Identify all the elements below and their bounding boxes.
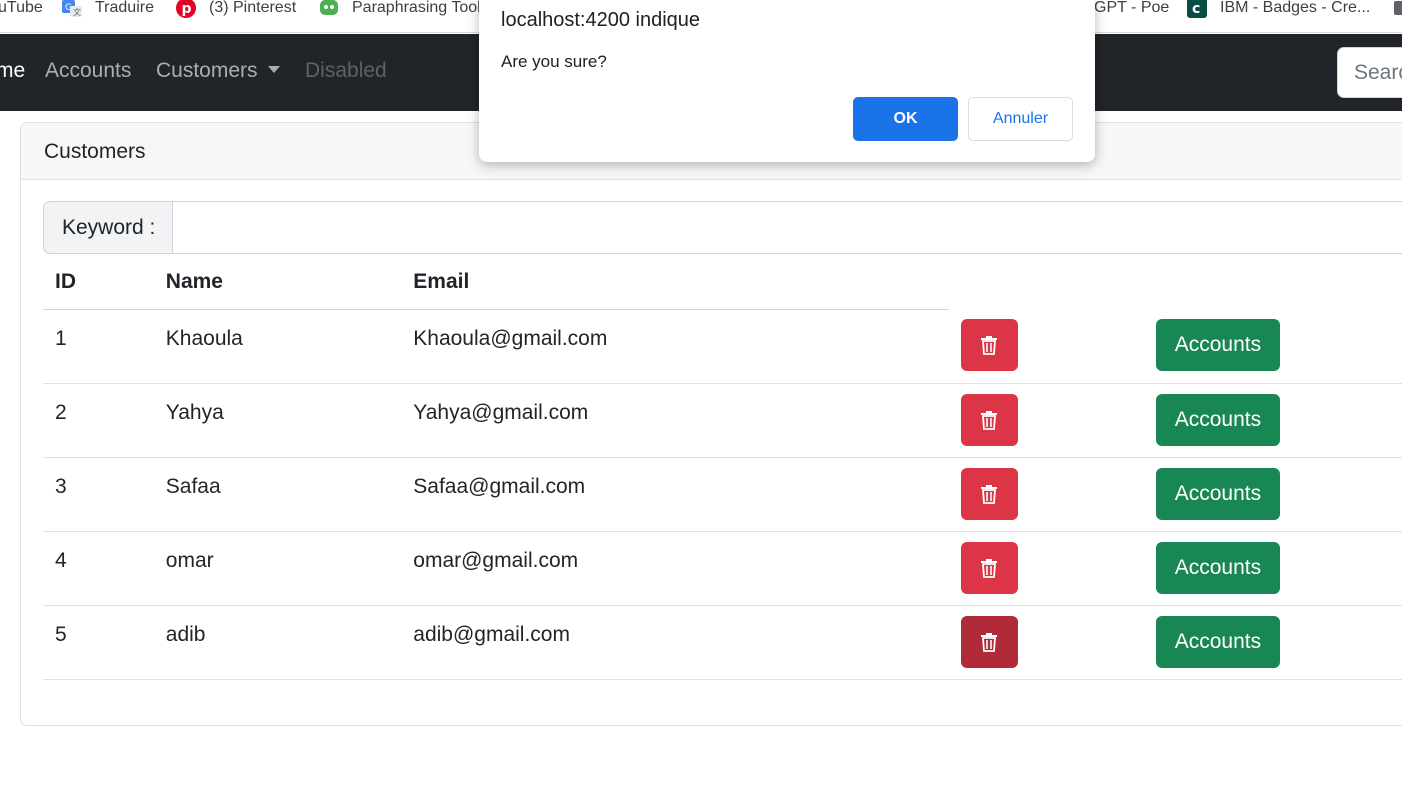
bookmark-poe[interactable]: GPT - Poe	[1094, 0, 1169, 20]
column-header-id: ID	[43, 255, 154, 310]
cell-name: omar	[153, 531, 402, 606]
bookmark-pinterest[interactable]: p (3) Pinterest	[175, 0, 296, 20]
bookmark-label: (3) Pinterest	[209, 0, 297, 16]
nav-customers-dropdown[interactable]: Customers	[156, 59, 280, 83]
trash-icon	[981, 484, 998, 504]
cell-delete	[948, 605, 1144, 680]
bookmark-youtube[interactable]: uTube	[0, 0, 43, 20]
bookmark-label: Traduire	[95, 0, 154, 16]
delete-button[interactable]	[960, 319, 1018, 371]
column-header-delete	[949, 255, 1144, 309]
cell-id: 4	[43, 531, 154, 606]
table-row: 5 adib adib@gmail.com Accounts	[43, 605, 1402, 680]
bookmark-label: uTube	[0, 0, 43, 16]
cell-name: Yahya	[153, 383, 402, 458]
robot-icon	[318, 0, 340, 19]
cell-id: 2	[43, 383, 154, 458]
bookmark-traduire[interactable]: G文 Traduire	[61, 0, 154, 20]
cell-name: adib	[153, 605, 402, 680]
bookmark-overflow[interactable]	[1388, 0, 1402, 20]
nav-disabled: Disabled	[305, 59, 387, 82]
cell-delete	[948, 457, 1144, 532]
bookmark-ibm-badges[interactable]: c IBM - Badges - Cre...	[1186, 0, 1370, 20]
accounts-button[interactable]: Accounts	[1155, 393, 1280, 446]
cell-accounts: Accounts	[1143, 383, 1402, 458]
nav-accounts[interactable]: Accounts	[45, 59, 131, 83]
customers-card: Customers Keyword : ID Name Email 1 Khao…	[20, 122, 1402, 726]
accounts-button[interactable]: Accounts	[1155, 319, 1280, 371]
table-row: 3 Safaa Safaa@gmail.com Accounts	[43, 457, 1402, 532]
trash-icon	[981, 558, 998, 578]
cell-accounts: Accounts	[1143, 309, 1402, 384]
cell-accounts: Accounts	[1143, 531, 1402, 606]
nav-home[interactable]: me	[0, 59, 25, 83]
table-row: 1 Khaoula Khaoula@gmail.com Accounts	[43, 309, 1402, 384]
cell-id: 3	[43, 457, 154, 532]
svg-text:c: c	[1192, 1, 1200, 17]
translate-icon: G文	[61, 0, 83, 19]
table-row: 2 Yahya Yahya@gmail.com Accounts	[43, 383, 1402, 458]
dialog-title: localhost:4200 indique	[501, 9, 701, 31]
cell-delete	[948, 309, 1144, 384]
svg-text:p: p	[182, 1, 192, 17]
keyword-search-group: Keyword :	[43, 201, 1402, 254]
svg-text:文: 文	[73, 7, 81, 17]
cell-name: Khaoula	[153, 309, 402, 384]
delete-button[interactable]	[960, 541, 1018, 594]
keyword-label: Keyword :	[43, 201, 173, 254]
delete-button[interactable]	[960, 615, 1018, 668]
search-input[interactable]	[1337, 47, 1402, 98]
cell-email: omar@gmail.com	[401, 531, 949, 606]
cell-name: Safaa	[153, 457, 402, 532]
cell-email: adib@gmail.com	[401, 605, 949, 680]
nav-customers-label: Customers	[156, 59, 258, 82]
bookmark-icon	[1388, 0, 1402, 19]
delete-button[interactable]	[960, 393, 1018, 446]
bookmark-label: GPT - Poe	[1094, 0, 1170, 16]
cell-id: 5	[43, 605, 154, 680]
cell-delete	[948, 383, 1144, 458]
cell-accounts: Accounts	[1143, 457, 1402, 532]
keyword-input[interactable]	[173, 201, 1402, 254]
column-header-accounts	[1144, 255, 1402, 309]
delete-button[interactable]	[960, 467, 1018, 520]
customers-table: ID Name Email 1 Khaoula Khaoula@gmail.co…	[43, 255, 1402, 680]
dialog-ok-button[interactable]: OK	[853, 97, 958, 141]
dialog-cancel-button[interactable]: Annuler	[968, 97, 1073, 141]
accounts-button[interactable]: Accounts	[1155, 541, 1280, 594]
accounts-button[interactable]: Accounts	[1155, 615, 1280, 668]
table-header-row: ID Name Email	[43, 255, 1402, 310]
pinterest-icon: p	[175, 0, 197, 19]
cell-delete	[948, 531, 1144, 606]
confirm-dialog: localhost:4200 indique Are you sure? OK …	[479, 0, 1095, 162]
bookmark-label: IBM - Badges - Cre...	[1220, 0, 1371, 16]
table-row: 4 omar omar@gmail.com Accounts	[43, 531, 1402, 606]
dialog-message: Are you sure?	[501, 52, 607, 71]
bookmark-label: Paraphrasing Tool	[352, 0, 481, 16]
trash-icon	[981, 632, 998, 652]
cell-id: 1	[43, 309, 154, 384]
cell-accounts: Accounts	[1143, 605, 1402, 680]
trash-icon	[981, 336, 998, 355]
chevron-down-icon	[267, 65, 280, 73]
bookmark-paraphrasing[interactable]: Paraphrasing Tool	[318, 0, 481, 20]
column-header-email: Email	[401, 255, 949, 310]
cell-email: Khaoula@gmail.com	[401, 309, 949, 384]
column-header-name: Name	[153, 255, 402, 310]
cell-email: Yahya@gmail.com	[401, 383, 949, 458]
accounts-button[interactable]: Accounts	[1155, 467, 1280, 520]
credly-icon: c	[1186, 0, 1208, 19]
cell-email: Safaa@gmail.com	[401, 457, 949, 532]
trash-icon	[981, 410, 998, 430]
